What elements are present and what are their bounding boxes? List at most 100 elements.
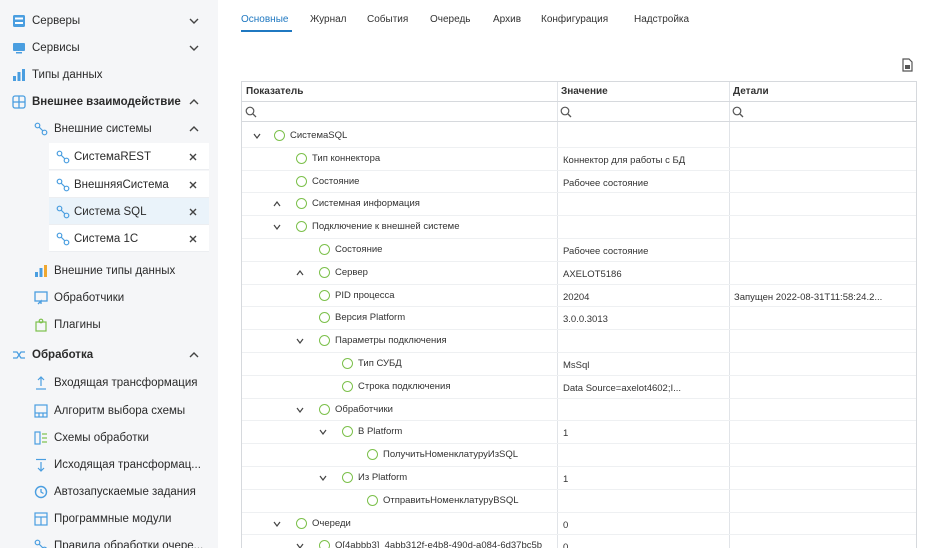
sidebar-item-servers[interactable]: Серверы [0,7,218,34]
sidebar-item-system-rest[interactable]: СистемаREST [0,143,218,170]
row-details [734,467,914,489]
tree-row[interactable]: ПолучитьНоменклатуруИзSQL [242,444,916,467]
tab-events[interactable]: События [367,14,408,25]
tree-row[interactable]: Обработчики [242,399,916,422]
server-icon [12,14,26,28]
chevron-up-icon[interactable] [272,199,282,209]
tree-row[interactable]: Тип СУБД MsSql [242,353,916,376]
chevron-down-icon[interactable] [272,222,282,232]
tree-row[interactable]: Из Platform 1 [242,467,916,490]
tab-archive[interactable]: Архив [493,14,521,25]
tree-row[interactable]: Параметры подключения [242,330,916,353]
sidebar-item-label: Система 1С [74,232,139,245]
filter-indicator-input[interactable] [242,102,557,122]
filter-value-input[interactable] [557,102,729,122]
chevron-down-icon[interactable] [318,427,328,437]
sidebar-item-processing-schemas[interactable]: Схемы обработки [0,424,218,451]
search-icon [245,106,257,118]
status-circle-icon [319,335,330,347]
sidebar-item-external-system[interactable]: ВнешняяСистема [0,171,218,198]
tab-queue[interactable]: Очередь [430,14,471,25]
tab-configuration[interactable]: Конфигурация [541,14,608,25]
row-value: Рабочее состояние [563,177,649,189]
tree-row[interactable]: В Platform 1 [242,421,916,445]
row-details [734,513,914,535]
sidebar-item-schema-algorithm[interactable]: Алгоритм выбора схемы [0,397,218,424]
close-icon[interactable] [187,151,199,163]
sidebar-item-system-sql[interactable]: Система SQL [0,198,218,225]
tree-row[interactable]: Состояние Рабочее состояние [242,171,916,194]
chevron-down-icon[interactable] [295,405,305,415]
sidebar-item-label: Сервисы [32,41,80,54]
chevron-down-icon[interactable] [252,131,262,141]
sidebar-item-handlers[interactable]: Обработчики [0,284,218,311]
row-name: В Platform [358,426,403,438]
sidebar-item-queue-rules[interactable]: Правила обработки очере... [0,532,218,548]
row-name: Состояние [335,244,383,255]
sidebar-item-processing[interactable]: Обработка [0,341,218,368]
column-header-details[interactable]: Детали [729,82,916,102]
chevron-down-icon[interactable] [188,42,200,54]
status-circle-icon [319,540,330,548]
tree-row[interactable]: Системная информация [242,193,916,217]
sidebar-item-external-interaction[interactable]: Внешнее взаимодействие [0,88,218,115]
sidebar-item-label: Внешние системы [54,122,152,135]
algorithm-icon [34,403,48,418]
chevron-down-icon[interactable] [295,336,305,346]
tree-row[interactable]: ОтправитьНоменклатуруВSQL [242,490,916,513]
close-icon[interactable] [187,179,199,191]
sidebar-item-label: Система SQL [74,205,147,218]
handler-icon [34,290,48,305]
tab-journal[interactable]: Журнал [310,14,347,25]
row-value: 0 [563,542,569,548]
tree-row[interactable]: СистемаSQL [242,125,916,148]
status-circle-icon [342,426,353,438]
sidebar-item-external-data-types[interactable]: Внешние типы данных [0,257,218,284]
sidebar-item-incoming-transform[interactable]: Входящая трансформация [0,369,218,396]
sidebar-item-data-types[interactable]: Типы данных [0,61,218,88]
row-name: Очереди [312,517,351,529]
close-icon[interactable] [187,206,199,218]
sidebar-item-autorun-tasks[interactable]: Автозапускаемые задания [0,478,218,505]
sidebar-item-label: Автозапускаемые задания [54,485,196,498]
sidebar-item-label: Правила обработки очере... [54,539,204,548]
tree-row[interactable]: Тип коннектора Коннектор для работы с БД [242,148,916,171]
chevron-down-icon[interactable] [272,519,282,529]
link-icon [34,122,48,136]
close-icon[interactable] [187,233,199,245]
sidebar-item-program-modules[interactable]: Программные модули [0,505,218,532]
tree-row[interactable]: Q[4abbb3]_4abb312f-e4b8-490d-a084-6d37bc… [242,535,916,548]
filter-details-input[interactable] [729,102,916,122]
tree-row[interactable]: Версия Platform 3.0.0.3013 [242,307,916,331]
chevron-up-icon[interactable] [295,268,305,278]
sidebar-item-plugins[interactable]: Плагины [0,311,218,338]
sidebar-item-outgoing-transform[interactable]: Исходящая трансформац... [0,451,218,478]
row-value [563,399,728,421]
column-header-value[interactable]: Значение [557,82,729,102]
row-name: Тип коннектора [312,152,381,164]
tab-main[interactable]: Основные [241,14,288,25]
sidebar-item-services[interactable]: Сервисы [0,34,218,61]
tree-row[interactable]: Сервер AXELOT5186 [242,262,916,285]
sidebar-item-external-systems[interactable]: Внешние системы [0,115,218,142]
tree-row[interactable]: Строка подключения Data Source=axelot460… [242,376,916,399]
tab-addon[interactable]: Надстройка [634,14,689,25]
chevron-down-icon[interactable] [295,541,305,548]
active-tab-indicator [241,30,292,32]
status-circle-icon [296,517,307,529]
chevron-up-icon[interactable] [188,349,200,361]
chevron-down-icon[interactable] [318,473,328,483]
status-circle-icon [296,152,307,164]
chevron-up-icon[interactable] [188,123,200,135]
tree-row[interactable]: Подключение к внешней системе [242,216,916,239]
tree-row[interactable]: Состояние Рабочее состояние [242,239,916,262]
tree-row[interactable]: PID процесса 20204 Запущен 2022-08-31T11… [242,285,916,308]
chevron-down-icon[interactable] [188,15,200,27]
column-header-indicator[interactable]: Показатель [242,82,557,102]
sidebar-item-system-1c[interactable]: Система 1С [0,225,218,252]
chevron-up-icon[interactable] [188,96,200,108]
row-name: ОтправитьНоменклатуруВSQL [383,494,519,506]
tree-row[interactable]: Очереди 0 [242,513,916,536]
properties-grid: Показатель Значение Детали СистемаSQL Ти… [241,81,917,548]
export-icon[interactable] [900,58,914,72]
